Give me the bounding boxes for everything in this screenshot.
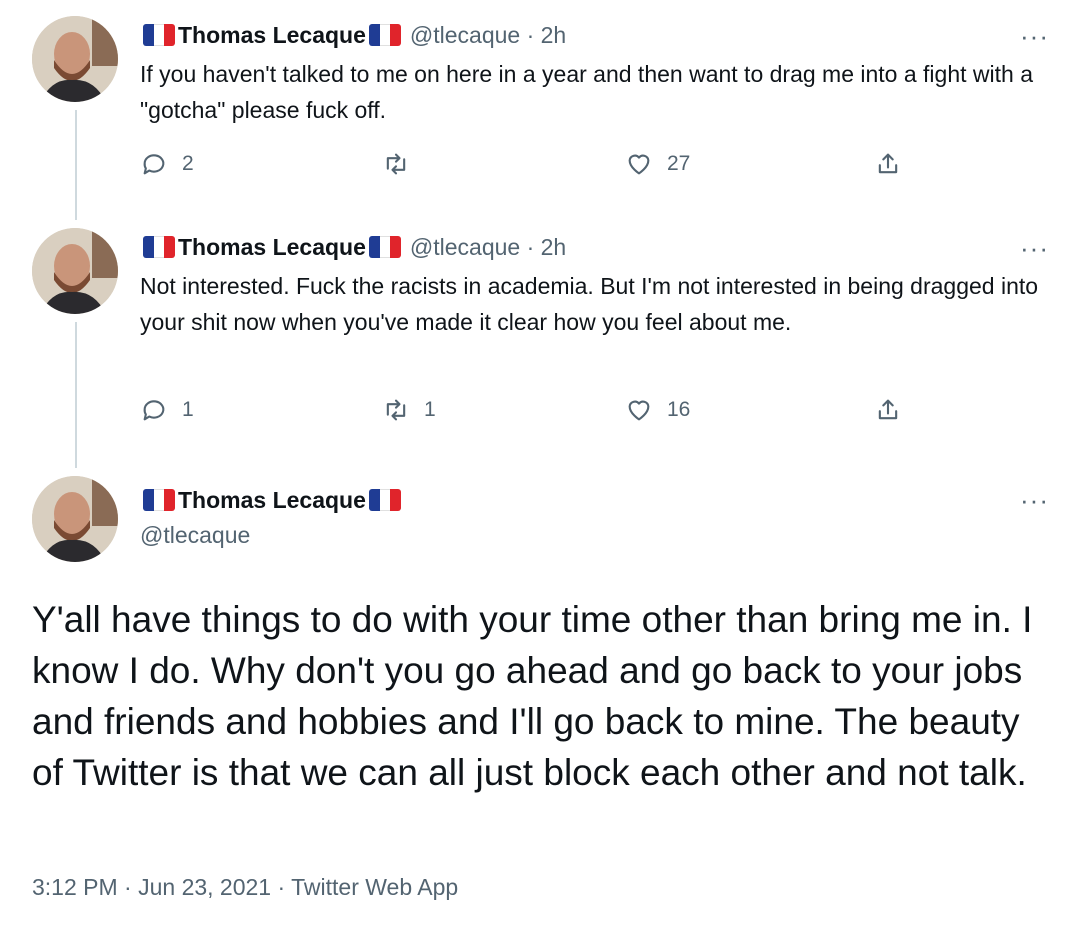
reply-button[interactable]: 1: [140, 396, 194, 424]
reply-button[interactable]: 2: [140, 150, 194, 178]
main-tweet-author: Thomas Lecaque: [140, 484, 404, 516]
tweet-actions: 2 27: [140, 150, 920, 186]
tweet-actions: 1 1 16: [140, 396, 920, 432]
author-handle[interactable]: @tlecaque: [140, 522, 250, 549]
more-options-button[interactable]: ···: [1020, 235, 1049, 261]
like-count: 27: [667, 152, 691, 175]
reply-count: 1: [182, 398, 194, 421]
share-icon: [878, 153, 898, 174]
heart-icon: [628, 400, 650, 421]
share-icon: [878, 399, 898, 420]
french-flag-icon: [368, 24, 401, 46]
more-options-button[interactable]: ···: [1020, 487, 1049, 513]
main-tweet-text: Y'all have things to do with your time o…: [32, 599, 1033, 793]
tweet-header: Thomas Lecaque @tlecaque · 2h: [140, 232, 566, 262]
thread-line: [75, 322, 77, 468]
avatar[interactable]: [32, 228, 118, 314]
author-name[interactable]: Thomas Lecaque: [178, 22, 366, 49]
share-button[interactable]: [874, 150, 916, 178]
like-button[interactable]: 16: [625, 396, 690, 424]
tweet-header: Thomas Lecaque @tlecaque · 2h: [140, 20, 566, 50]
reply-icon: [143, 400, 165, 421]
avatar[interactable]: [32, 16, 118, 102]
french-flag-icon: [368, 489, 401, 511]
french-flag-icon: [143, 489, 175, 511]
french-flag-icon: [368, 236, 401, 258]
retweet-button[interactable]: [382, 150, 424, 178]
share-button[interactable]: [874, 396, 916, 424]
retweet-count: 1: [424, 398, 436, 421]
tweet-timestamp[interactable]: 3:12 PM · Jun 23, 2021 · Twitter Web App: [32, 874, 458, 901]
heart-icon: [628, 154, 650, 175]
like-button[interactable]: 27: [625, 150, 690, 178]
author-handle-time[interactable]: @tlecaque · 2h: [410, 22, 566, 49]
author-name[interactable]: Thomas Lecaque: [178, 487, 366, 514]
author-name[interactable]: Thomas Lecaque: [178, 234, 366, 261]
retweet-icon: [386, 399, 406, 421]
more-options-button[interactable]: ···: [1020, 23, 1049, 49]
tweet-text: If you haven't talked to me on here in a…: [140, 61, 1033, 123]
reply-icon: [143, 154, 165, 175]
like-count: 16: [667, 398, 691, 421]
avatar[interactable]: [32, 476, 118, 562]
thread-line: [75, 110, 77, 220]
french-flag-icon: [143, 24, 175, 46]
retweet-button[interactable]: 1: [382, 396, 436, 424]
author-handle-time[interactable]: @tlecaque · 2h: [410, 234, 566, 261]
french-flag-icon: [143, 236, 175, 258]
reply-count: 2: [182, 152, 194, 175]
tweet-text: Not interested. Fuck the racists in acad…: [140, 273, 1039, 335]
retweet-icon: [386, 153, 406, 175]
